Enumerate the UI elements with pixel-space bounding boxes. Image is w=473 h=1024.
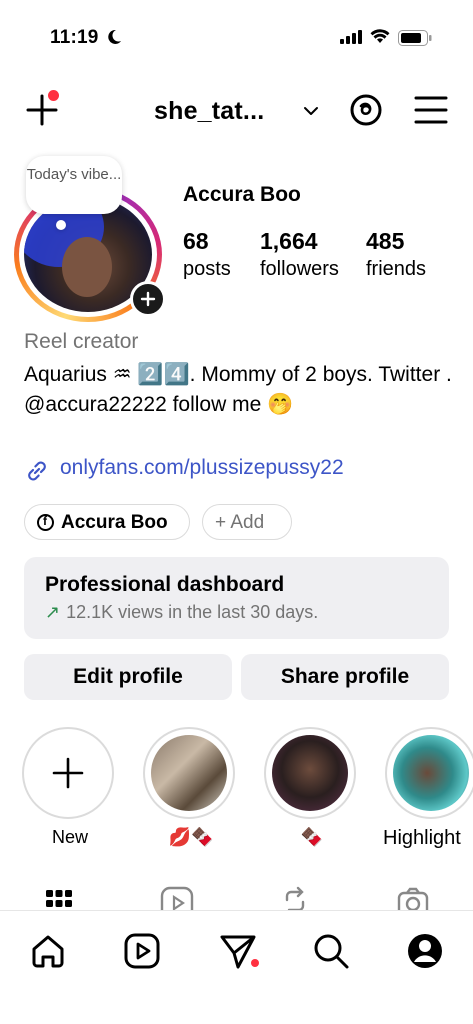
wifi-icon (370, 29, 390, 43)
highlight-thumbnail (393, 735, 469, 811)
moon-icon (108, 29, 121, 44)
status-bar: 11:19 (0, 0, 473, 60)
highlight-label: New (51, 827, 88, 847)
stat-value: 68 (183, 228, 209, 254)
stat-value: 1,664 (260, 228, 318, 254)
highlight-thumbnail (151, 735, 227, 811)
stat-posts[interactable]: 68 posts (183, 228, 231, 284)
tagged-icon[interactable] (396, 886, 430, 910)
dashboard-subtitle: ↗ 12.1K views in the last 30 days. (45, 602, 318, 623)
share-profile-button[interactable]: Share profile (241, 654, 449, 700)
content-tabs (0, 880, 473, 910)
highlight-label: 🍫 (300, 827, 324, 847)
link-url[interactable]: onlyfans.com/plussizepussy22 (60, 456, 344, 480)
notification-dot (251, 959, 259, 967)
stat-friends[interactable]: 485 friends (366, 228, 426, 284)
bottom-navigation (0, 910, 473, 1024)
stat-followers[interactable]: 1,664 followers (260, 228, 339, 284)
professional-dashboard[interactable]: Professional dashboard ↗ 12.1K views in t… (24, 557, 449, 639)
highlight-circle (385, 727, 473, 819)
hamburger-menu-icon[interactable] (414, 94, 448, 126)
search-icon[interactable] (311, 931, 351, 971)
dashboard-title: Professional dashboard (45, 573, 285, 596)
grid-icon[interactable] (44, 886, 74, 910)
link-icon (28, 461, 46, 481)
plus-icon (52, 757, 84, 789)
highlight-circle (143, 727, 235, 819)
chip-label: + Add (215, 512, 265, 533)
facebook-profile-chip[interactable]: f Accura Boo (24, 504, 190, 540)
chevron-down-icon[interactable] (302, 102, 320, 120)
edit-profile-button[interactable]: Edit profile (24, 654, 232, 700)
highlight-label: 💋🍫 (168, 827, 214, 847)
profile-bio: Aquarius ♒ 2️⃣4️⃣. Mommy of 2 boys. Twit… (24, 363, 452, 416)
signal-icon (340, 30, 362, 44)
battery-icon (398, 30, 432, 46)
home-icon[interactable] (28, 931, 68, 971)
stat-label: followers (260, 258, 339, 280)
dashboard-views: 12.1K views in the last 30 days. (66, 602, 319, 622)
facebook-icon: f (37, 514, 54, 531)
add-story-button[interactable] (130, 281, 166, 317)
highlight-circle (22, 727, 114, 819)
direct-messages-button[interactable] (218, 931, 259, 971)
reels-nav-icon[interactable] (122, 931, 162, 971)
account-username[interactable]: she_tat... (154, 97, 264, 126)
note-bubble-tail (56, 220, 66, 230)
note-bubble[interactable]: Today's vibe... (26, 156, 122, 214)
profile-header: she_tat... (0, 80, 473, 140)
highlight-label: Highlight (383, 827, 461, 849)
display-name: Accura Boo (183, 183, 301, 206)
highlight-circle (264, 727, 356, 819)
stat-label: posts (183, 258, 231, 280)
reposts-icon[interactable] (280, 886, 310, 910)
add-chip[interactable]: + Add (202, 504, 292, 540)
chip-label: Accura Boo (61, 512, 168, 533)
profile-category: Reel creator (24, 330, 139, 353)
profile-nav-icon[interactable] (405, 931, 445, 971)
threads-icon[interactable] (348, 92, 384, 128)
status-time: 11:19 (50, 27, 99, 48)
reels-icon[interactable] (160, 886, 194, 910)
notification-dot (48, 90, 59, 101)
plus-icon (140, 291, 156, 307)
stat-label: friends (366, 258, 427, 280)
highlight-thumbnail (272, 735, 348, 811)
stat-value: 485 (366, 228, 405, 254)
trend-arrow-icon: ↗ (45, 602, 61, 622)
